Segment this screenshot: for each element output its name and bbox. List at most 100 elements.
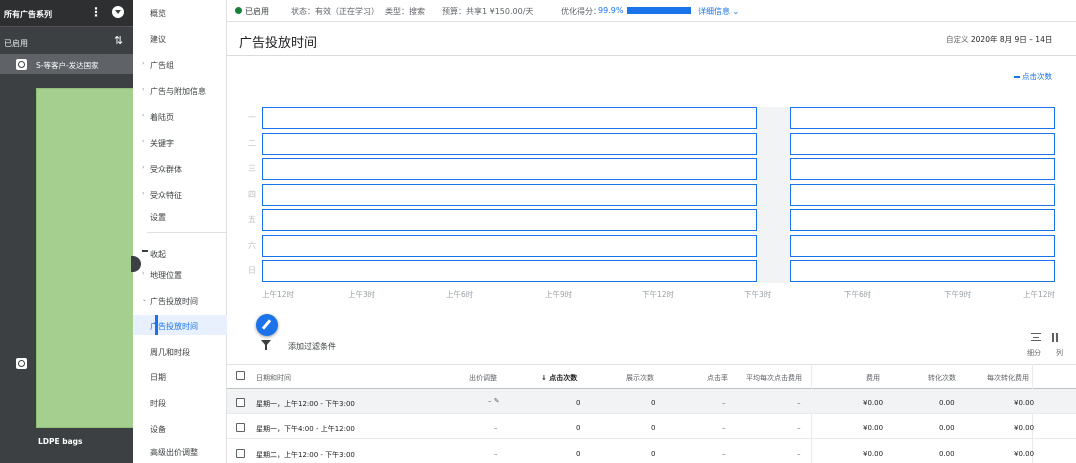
schedule-bar[interactable] — [790, 235, 1055, 257]
status-state: 状态：有效（正在学习） — [291, 7, 379, 16]
budget[interactable]: 预算：共享1 ¥150.00/天 — [442, 6, 533, 17]
time-axis-label: 下午6时 — [844, 290, 872, 299]
nav-label: 广告投放时间 — [150, 297, 198, 306]
schedule-bar[interactable] — [790, 107, 1055, 129]
nav-demographics[interactable]: › 受众特征 — [133, 184, 227, 204]
chevron-right-icon: › — [142, 270, 145, 277]
nav-label: 广告投放时间 — [150, 322, 198, 331]
nav-keywords[interactable]: › 关键字 — [133, 132, 227, 152]
segment-icon[interactable] — [1031, 333, 1041, 341]
nav-settings[interactable]: 设置 — [133, 206, 227, 226]
columns-label[interactable]: 列 — [1056, 348, 1063, 358]
nav-hour[interactable]: 时段 — [133, 392, 227, 412]
nav-day-and-hour[interactable]: 周几和时段 — [133, 341, 227, 361]
col-header-clicks[interactable]: ↓ 点击次数 — [541, 373, 577, 383]
status-enabled[interactable]: 已启用 — [245, 6, 269, 17]
nav-label: 周几和时段 — [150, 348, 190, 357]
chart-legend-clicks[interactable]: 点击次数 — [1014, 71, 1052, 82]
more-vert-icon[interactable]: ⋮ — [90, 5, 102, 19]
campaign-row[interactable]: S-等客户-发达国家 — [0, 54, 133, 74]
sidebar-header[interactable]: 所有广告系列 ⋮ — [0, 0, 133, 27]
row-checkbox[interactable] — [236, 398, 245, 407]
nav-label: 广告与附加信息 — [150, 87, 206, 96]
campaign-status-bar: 已启用 状态：有效（正在学习） 类型：搜索 预算：共享1 ¥150.00/天 优… — [227, 0, 1076, 22]
divider — [227, 55, 1076, 56]
cell-conversions: 0.00 — [939, 399, 955, 407]
cell-bid-adj[interactable]: – — [494, 424, 498, 432]
schedule-bar[interactable] — [262, 133, 757, 155]
cell-avg-cpc: – — [797, 399, 801, 407]
date-range-picker[interactable]: 自定义 2020年 8月 9日 – 14日 — [946, 34, 1052, 45]
sidebar-title: 所有广告系列 — [4, 10, 52, 19]
optimization-score-value: 99.9% — [598, 6, 624, 15]
schedule-bar[interactable] — [790, 209, 1055, 231]
sort-icon[interactable]: ⇅ — [114, 34, 123, 47]
nav-label: 日期 — [150, 373, 166, 382]
row-checkbox[interactable] — [236, 449, 245, 458]
schedule-bar[interactable] — [262, 107, 757, 129]
schedule-bar[interactable] — [790, 133, 1055, 155]
nav-locations[interactable]: › 地理位置 — [133, 264, 227, 284]
nav-label: 概览 — [150, 9, 166, 18]
details-link[interactable]: 详细信息 ⌄ — [698, 6, 739, 17]
columns-icon[interactable] — [1052, 333, 1058, 342]
nav-devices[interactable]: 设备 — [133, 418, 227, 438]
col-header-ctr[interactable]: 点击率 — [707, 373, 728, 383]
cell-datetime: 星期一，下午4:00 - 上午12:00 — [256, 425, 355, 433]
nav-label: 建议 — [150, 35, 166, 44]
schedule-bar[interactable] — [790, 184, 1055, 206]
nav-ad-schedule-group[interactable]: ⌄ 广告投放时间 — [133, 290, 227, 310]
nav-collapse[interactable]: 收起 — [133, 243, 227, 263]
schedule-bar[interactable] — [790, 158, 1055, 180]
adgroup-ldpe-bags[interactable]: LDPE bags — [38, 437, 83, 446]
time-axis-label: 上午9时 — [545, 290, 573, 299]
cell-bid-adj[interactable]: – ✎ — [488, 397, 500, 405]
chevron-right-icon: › — [142, 138, 145, 145]
cell-bid-adj-value: – — [488, 397, 492, 405]
schedule-bar[interactable] — [262, 260, 757, 282]
day-label: 三 — [248, 164, 256, 173]
time-axis-label: 下午3时 — [744, 290, 772, 299]
nav-date[interactable]: 日期 — [133, 366, 227, 386]
nav-audiences[interactable]: › 受众群体 — [133, 158, 227, 178]
nav-landing-pages[interactable]: › 着陆页 — [133, 106, 227, 126]
nav-label: 地理位置 — [150, 271, 182, 280]
nav-label: 受众群体 — [150, 165, 182, 174]
nav-advanced-bid[interactable]: 高级出价调整 — [133, 441, 227, 461]
row-checkbox[interactable] — [236, 423, 245, 432]
nav-divider — [147, 232, 227, 233]
schedule-bar[interactable] — [262, 158, 757, 180]
filter-icon[interactable] — [261, 340, 271, 350]
nav-ads-extensions[interactable]: › 广告与附加信息 — [133, 80, 227, 100]
nav-recommendations[interactable]: 建议 — [133, 28, 227, 48]
nav-overview[interactable]: 概览 — [133, 2, 227, 22]
col-header-datetime[interactable]: 日期和时间 — [256, 373, 291, 383]
campaign-name: S-等客户-发达国家 — [36, 61, 99, 70]
edit-schedule-button[interactable] — [256, 314, 278, 336]
add-filter-button[interactable]: 添加过滤条件 — [288, 341, 336, 352]
nav-label: 着陆页 — [150, 113, 174, 122]
cell-cost: ¥0.00 — [863, 399, 884, 407]
nav-ad-schedule[interactable]: 广告投放时间 — [133, 315, 227, 335]
segment-label[interactable]: 细分 — [1027, 348, 1041, 358]
time-axis-label: 上午3时 — [348, 290, 376, 299]
select-all-checkbox[interactable] — [236, 371, 245, 380]
schedule-bar[interactable] — [262, 209, 757, 231]
pencil-icon[interactable]: ✎ — [494, 397, 500, 405]
schedule-bar[interactable] — [790, 260, 1055, 282]
col-header-avg-cpc[interactable]: 平均每次点击费用 — [746, 373, 802, 383]
dropdown-circle-icon[interactable] — [112, 6, 124, 18]
col-header-conversions[interactable]: 转化次数 — [928, 373, 956, 383]
schedule-bar[interactable] — [262, 235, 757, 257]
schedule-bar[interactable] — [262, 184, 757, 206]
nav-adgroups[interactable]: › 广告组 — [133, 54, 227, 74]
col-header-cost[interactable]: 费用 — [866, 373, 880, 383]
col-header-cost-per-conv[interactable]: 每次转化费用 — [987, 373, 1029, 383]
page-title: 广告投放时间 — [239, 36, 318, 51]
cell-cost-per-conv: ¥0.00 — [1014, 424, 1035, 432]
col-header-bid-adj[interactable]: 出价调整 — [469, 373, 497, 383]
search-campaign-icon — [16, 59, 27, 70]
cell-bid-adj[interactable]: – — [494, 450, 498, 458]
filter-enabled-label[interactable]: 已启用 — [4, 38, 28, 49]
col-header-impressions[interactable]: 展示次数 — [626, 373, 654, 383]
